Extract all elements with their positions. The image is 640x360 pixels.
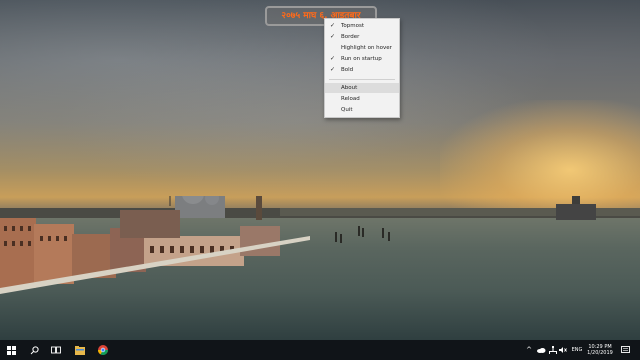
volume-button[interactable] bbox=[558, 340, 568, 360]
action-center-icon bbox=[620, 346, 630, 353]
windows-start-icon bbox=[6, 345, 16, 355]
onedrive-cloud-icon bbox=[537, 348, 546, 353]
start-button[interactable] bbox=[0, 340, 22, 360]
volume-icon bbox=[559, 347, 567, 353]
menu-item-label: Border bbox=[341, 34, 360, 40]
language-indicator: ENG bbox=[571, 347, 583, 353]
onedrive-button[interactable] bbox=[535, 340, 547, 360]
chevron-up-icon: ^ bbox=[526, 346, 532, 354]
menu-item-reload[interactable]: Reload bbox=[325, 94, 399, 104]
clock-button[interactable]: 10:29 PM 1/20/2019 bbox=[584, 340, 616, 360]
menu-item-label: Bold bbox=[341, 67, 354, 73]
context-menu: ✓ Topmost ✓ Border Highlight on hover ✓ … bbox=[324, 18, 400, 118]
action-center-button[interactable] bbox=[618, 340, 632, 360]
menu-item-highlight-on-hover[interactable]: Highlight on hover bbox=[325, 43, 399, 53]
menu-item-label: Run on startup bbox=[341, 56, 382, 62]
checkmark-icon: ✓ bbox=[330, 55, 336, 62]
desktop-wallpaper bbox=[0, 0, 640, 340]
menu-item-topmost[interactable]: ✓ Topmost bbox=[325, 21, 399, 31]
taskbar: ^ ENG 10:29 PM 1/20/2019 bbox=[0, 340, 640, 360]
file-explorer-icon bbox=[75, 345, 85, 355]
tray-date: 1/20/2019 bbox=[587, 350, 613, 356]
search-button[interactable] bbox=[24, 340, 44, 360]
task-view-button[interactable] bbox=[46, 340, 66, 360]
task-view-icon bbox=[51, 346, 61, 354]
menu-item-bold[interactable]: ✓ Bold bbox=[325, 65, 399, 75]
venice-skyline bbox=[0, 196, 640, 294]
checkmark-icon: ✓ bbox=[330, 33, 336, 40]
menu-item-label: About bbox=[341, 85, 358, 91]
checkmark-icon: ✓ bbox=[330, 22, 336, 29]
input-language-button[interactable]: ENG bbox=[569, 340, 585, 360]
menu-item-label: Reload bbox=[341, 96, 360, 102]
menu-item-border[interactable]: ✓ Border bbox=[325, 32, 399, 42]
menu-separator bbox=[329, 79, 395, 80]
menu-item-label: Quit bbox=[341, 107, 353, 113]
file-explorer-button[interactable] bbox=[70, 340, 90, 360]
network-button[interactable] bbox=[548, 340, 558, 360]
menu-item-run-on-startup[interactable]: ✓ Run on startup bbox=[325, 54, 399, 64]
chrome-icon bbox=[98, 345, 108, 355]
checkmark-icon: ✓ bbox=[330, 66, 336, 73]
network-icon bbox=[549, 346, 557, 354]
menu-item-about[interactable]: About bbox=[325, 83, 399, 93]
menu-item-quit[interactable]: Quit bbox=[325, 105, 399, 115]
show-hidden-icons-button[interactable]: ^ bbox=[524, 340, 534, 360]
search-icon bbox=[30, 345, 39, 354]
menu-item-label: Highlight on hover bbox=[341, 45, 392, 51]
chrome-button[interactable] bbox=[92, 340, 114, 360]
menu-item-label: Topmost bbox=[341, 23, 365, 29]
